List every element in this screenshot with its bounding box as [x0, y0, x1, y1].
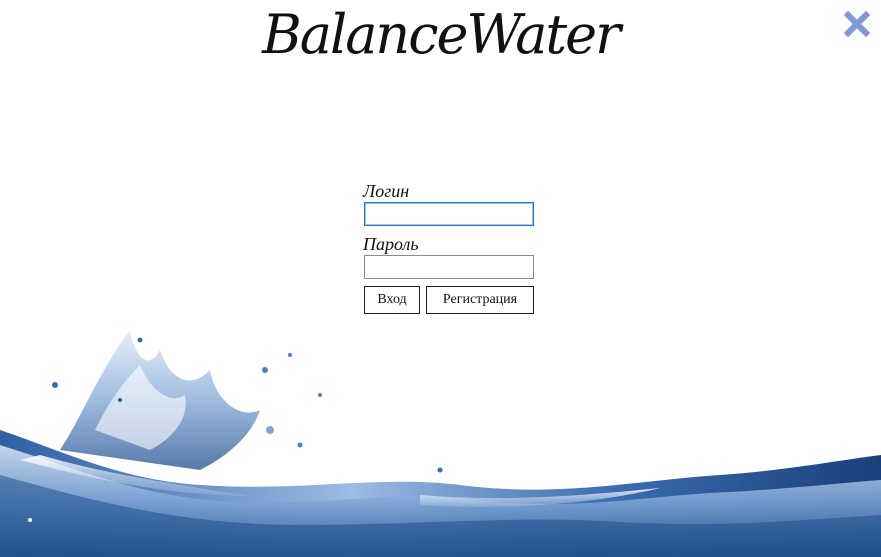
password-label: Пароль [363, 234, 419, 254]
water-splash-image [0, 330, 881, 557]
login-form: Логин Пароль Вход Регистрация [362, 181, 538, 314]
login-window: BalanceWater Логин Пароль Вход Регистрац… [0, 0, 881, 557]
login-input[interactable] [364, 202, 534, 226]
close-button[interactable] [843, 10, 871, 38]
login-label: Логин [363, 181, 410, 201]
app-logo: BalanceWater [262, 3, 621, 66]
close-icon [843, 10, 871, 38]
password-input[interactable] [364, 255, 534, 279]
